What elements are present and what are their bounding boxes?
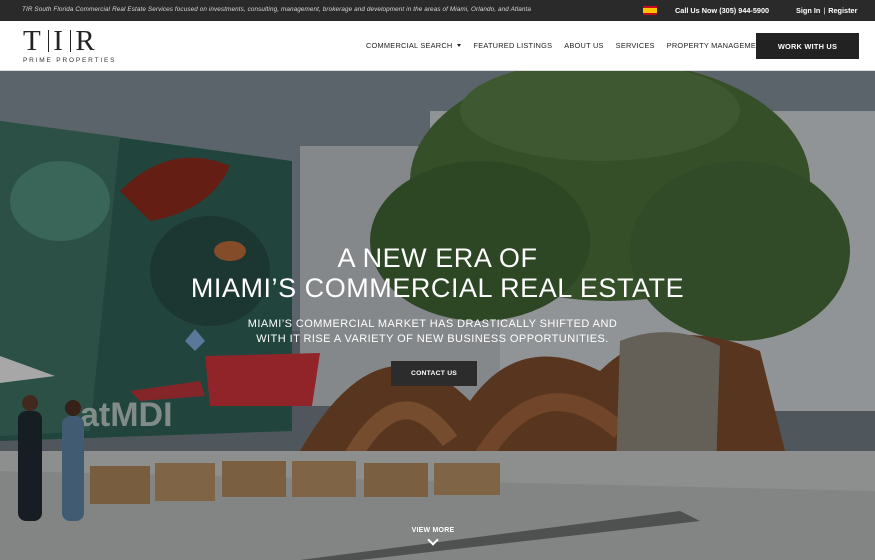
- chevron-down-icon: [427, 534, 439, 546]
- hero-subtitle-line1: MIAMI’S COMMERCIAL MARKET HAS DRASTICALL…: [247, 318, 618, 330]
- nav-featured-listings[interactable]: FEATURED LISTINGS: [473, 41, 552, 50]
- hero-subtitle-line2: WITH IT RISE A VARIETY OF NEW BUSINESS O…: [256, 333, 609, 345]
- main-nav: COMMERCIAL SEARCH FEATURED LISTINGS ABOU…: [366, 41, 778, 50]
- nav-about-us[interactable]: ABOUT US: [564, 41, 603, 50]
- nav-property-management[interactable]: PROPERTY MANAGEMENT: [667, 41, 767, 50]
- site-logo[interactable]: TIR PRIME PROPERTIES: [23, 26, 123, 66]
- site-header: TIR PRIME PROPERTIES COMMERCIAL SEARCH F…: [0, 21, 875, 71]
- auth-separator: |: [823, 6, 826, 15]
- work-with-us-button[interactable]: WORK WITH US: [756, 33, 859, 59]
- hero-section: atMDI A NEW ERA OF MIAMI’S COMMERCIAL RE…: [0, 71, 875, 560]
- hero-title-line2: MIAMI’S COMMERCIAL REAL ESTATE: [190, 273, 685, 303]
- site-tagline: TIR South Florida Commercial Real Estate…: [22, 6, 532, 13]
- auth-links: Sign In | Register: [796, 6, 857, 15]
- top-bar: TIR South Florida Commercial Real Estate…: [0, 0, 875, 21]
- view-more-label: VIEW MORE: [411, 527, 455, 534]
- logo-subtitle: PRIME PROPERTIES: [23, 57, 117, 64]
- nav-services[interactable]: SERVICES: [616, 41, 655, 50]
- logo-mark: TIR: [23, 25, 99, 57]
- nav-commercial-search[interactable]: COMMERCIAL SEARCH: [366, 41, 462, 50]
- view-more-link[interactable]: VIEW MORE: [397, 527, 469, 546]
- phone-link[interactable]: Call Us Now (305) 944-5900: [675, 6, 769, 15]
- contact-us-button[interactable]: CONTACT US: [391, 361, 477, 386]
- register-link[interactable]: Register: [828, 6, 857, 15]
- chevron-down-icon: [457, 44, 462, 47]
- sign-in-link[interactable]: Sign In: [796, 6, 820, 15]
- hero-title-line1: A NEW ERA OF: [337, 243, 538, 273]
- spain-flag-icon[interactable]: [643, 6, 657, 15]
